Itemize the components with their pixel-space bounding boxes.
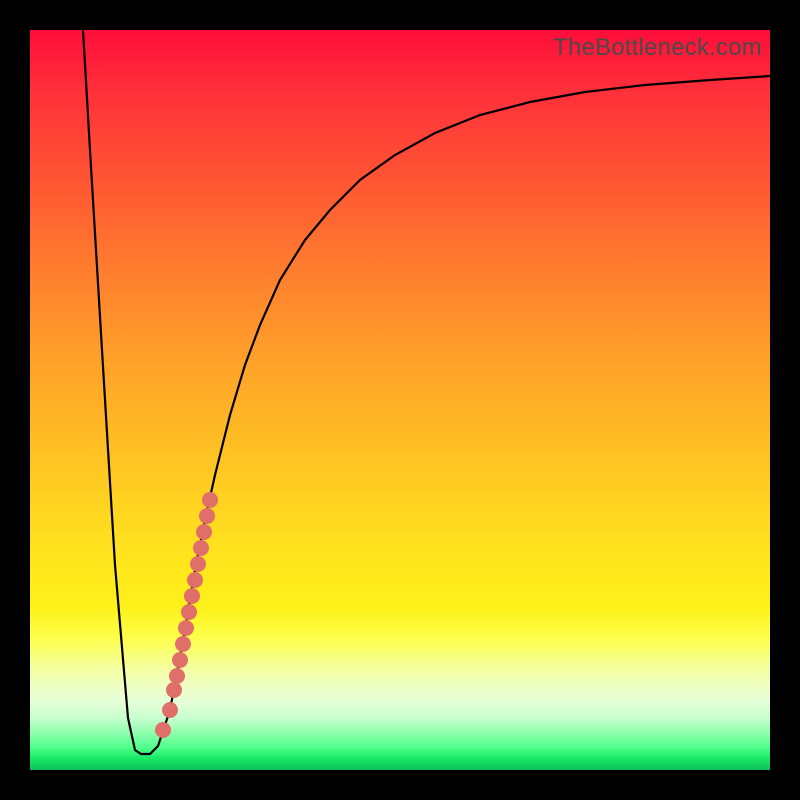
curve-dot [178,620,194,636]
curve-dot [172,652,188,668]
curve-dot [162,702,178,718]
curve-dot [184,588,200,604]
curve-dot [190,556,206,572]
curve-dot [181,604,197,620]
curve-dot [193,540,209,556]
curve-dot [169,668,185,684]
curve-dot [199,508,215,524]
chart-overlay-svg [30,30,770,770]
curve-dot [196,524,212,540]
plot-area: TheBottleneck.com [30,30,770,770]
curve-dot [155,722,171,738]
curve-dot [187,572,203,588]
curve-dot [202,492,218,508]
curve-dot [175,636,191,652]
chart-frame: TheBottleneck.com [0,0,800,800]
highlighted-segment-dots [155,492,218,738]
curve-dot [166,682,182,698]
